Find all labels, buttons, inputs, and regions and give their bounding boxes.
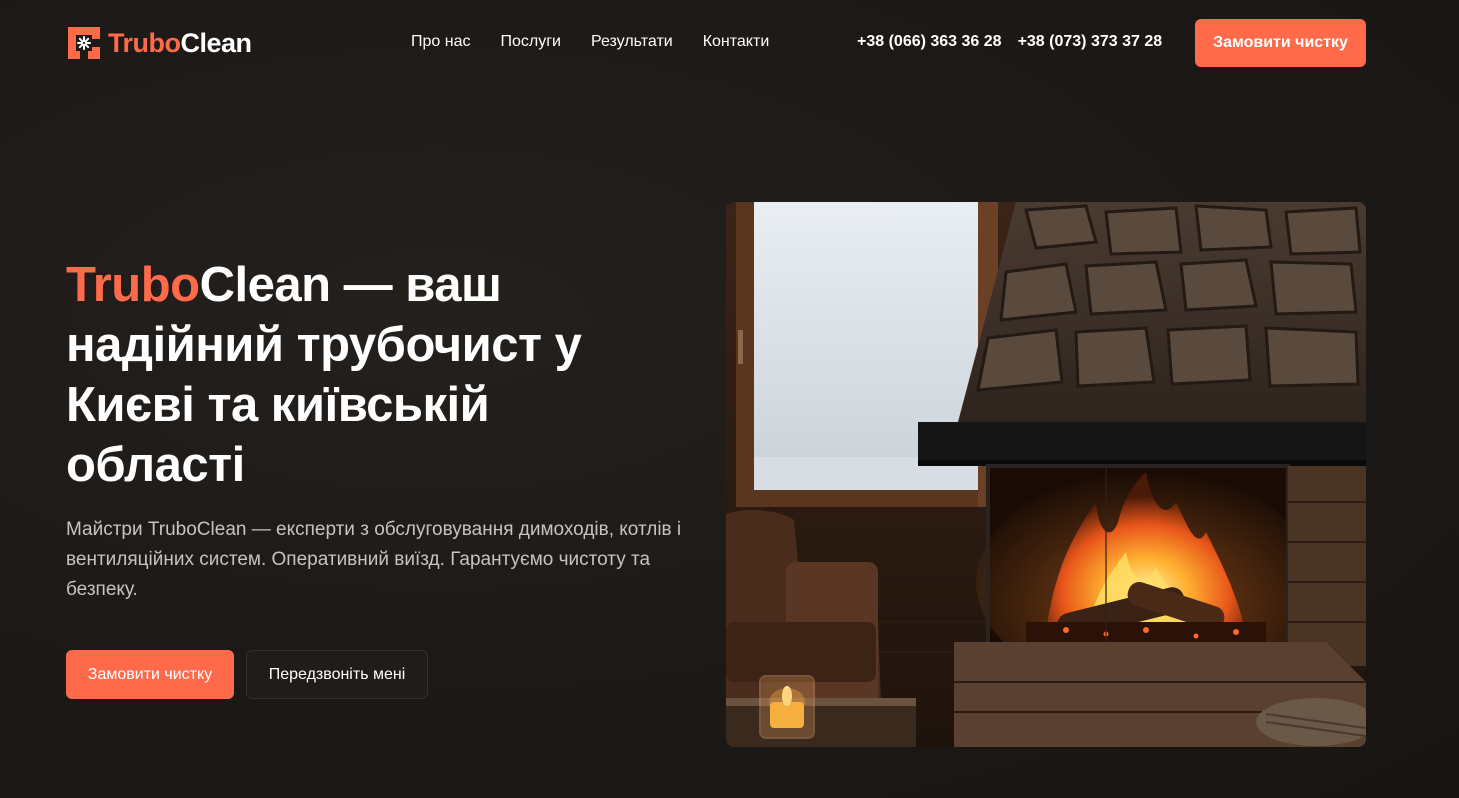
phone-link-2[interactable]: +38 (073) 373 37 28 [1018, 33, 1163, 51]
nav-item-contacts[interactable]: Контакти [703, 33, 770, 51]
hero-order-button[interactable]: Замовити чистку [66, 650, 234, 699]
nav-item-services[interactable]: Послуги [500, 33, 561, 51]
nav-item-about[interactable]: Про нас [411, 33, 470, 51]
site-header: TruboClean Про нас Послуги Результати Ко… [0, 0, 1459, 86]
header-order-button[interactable]: Замовити чистку [1195, 19, 1366, 67]
nav-item-results[interactable]: Результати [591, 33, 673, 51]
phone-numbers: +38 (066) 363 36 28 +38 (073) 373 37 28 [857, 33, 1162, 51]
hero-fireplace-image [726, 202, 1366, 747]
logo-text: TruboClean [108, 28, 252, 59]
callback-button[interactable]: Передзвоніть мені [246, 650, 428, 699]
hero-title: TruboClean — ваш надійний трубочист у Ки… [66, 255, 646, 495]
page: TruboClean Про нас Послуги Результати Ко… [0, 0, 1459, 798]
logo-icon [66, 25, 102, 61]
logo-text-accent: Trubo [108, 27, 181, 58]
hero-description: Майстри TruboClean — експерти з обслугов… [66, 519, 682, 600]
main-nav: Про нас Послуги Результати Контакти [411, 33, 769, 51]
hero-title-accent: Trubo [66, 258, 200, 312]
logo-text-rest: Clean [180, 27, 253, 58]
phone-link-1[interactable]: +38 (066) 363 36 28 [857, 33, 1002, 51]
logo[interactable]: TruboClean [66, 25, 252, 61]
